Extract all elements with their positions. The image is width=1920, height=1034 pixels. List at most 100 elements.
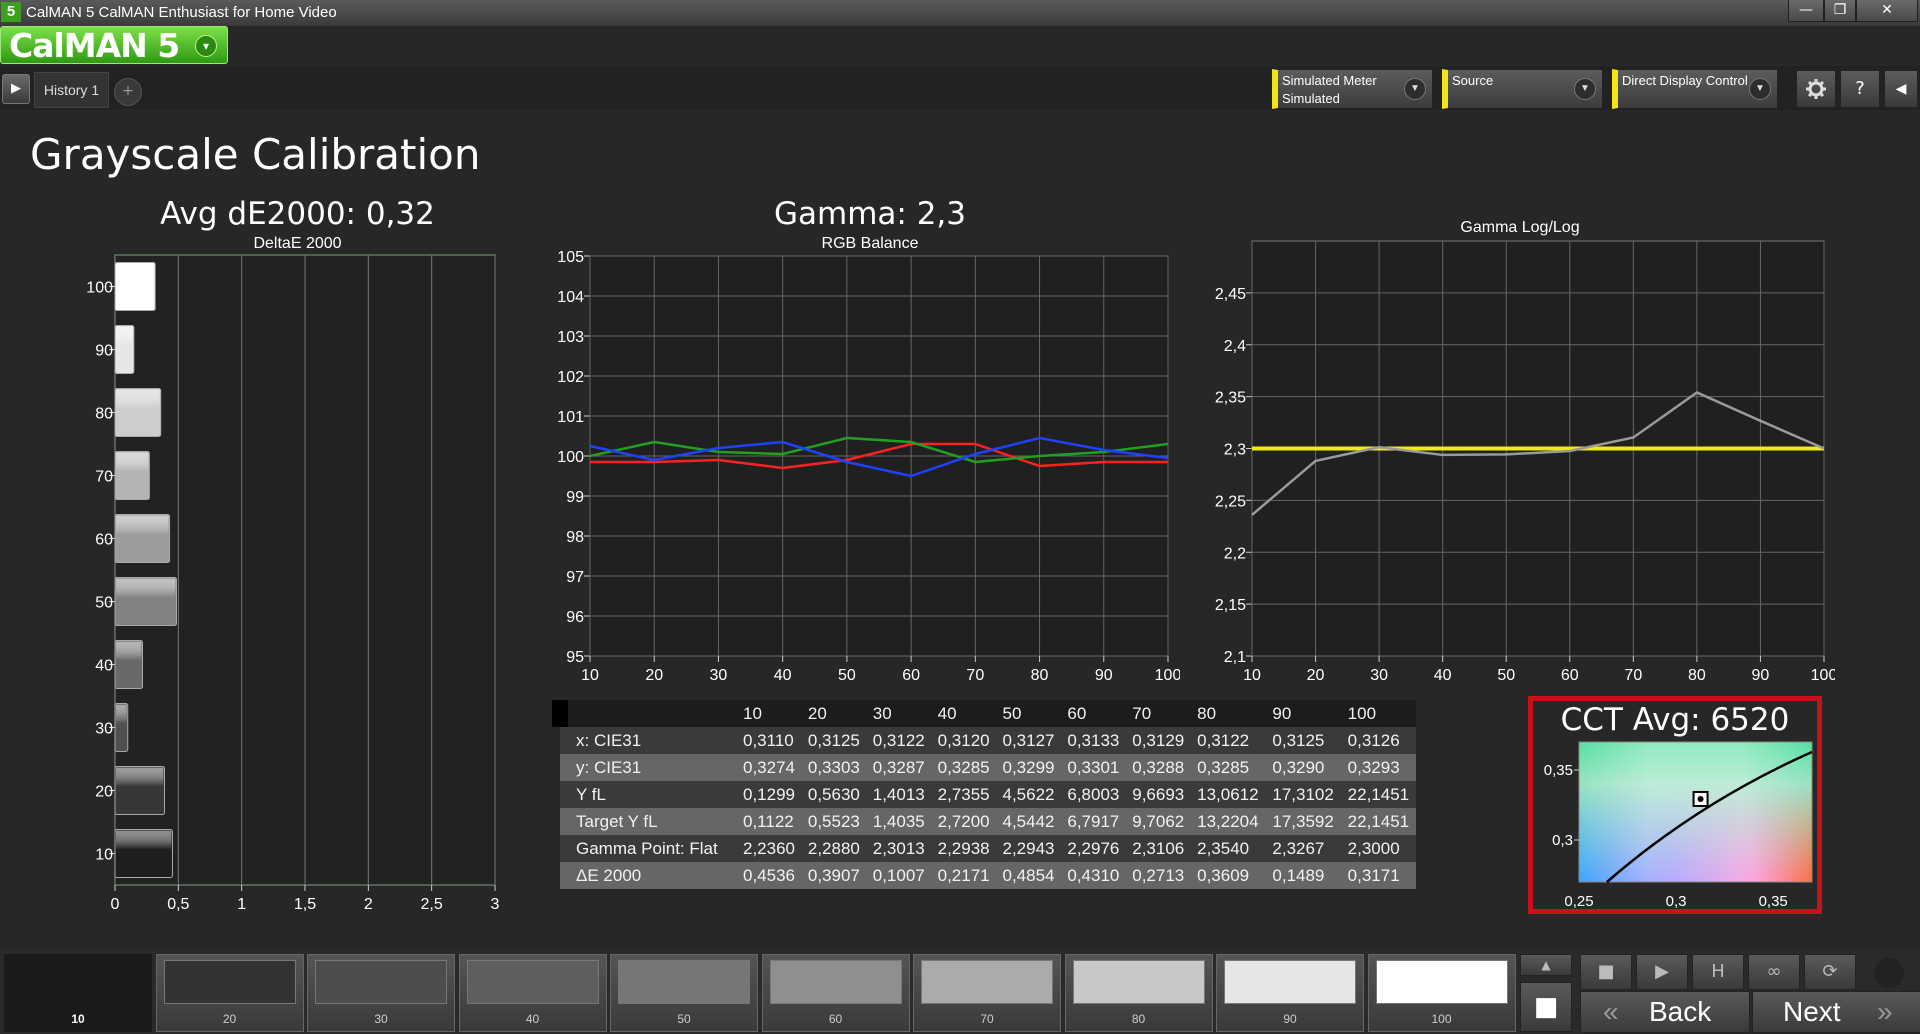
chevron-down-icon: ▼ (1574, 78, 1596, 100)
column-header: 70 (1125, 700, 1191, 727)
table-cell: 0,3288 (1125, 754, 1191, 781)
swatch-label: 40 (525, 1012, 540, 1026)
y-tick-label: 2,4 (1224, 338, 1246, 355)
y-tick-label: 2,2 (1224, 545, 1246, 562)
table-cell: 6,7917 (1060, 808, 1126, 835)
add-tab-button[interactable]: + (114, 78, 142, 106)
table-cell: 13,0612 (1190, 781, 1266, 808)
column-header: 50 (995, 700, 1061, 727)
stop-big-button[interactable]: ■ (1520, 982, 1572, 1032)
gray-swatch-button[interactable]: 70 (913, 954, 1061, 1032)
gamma-loglog-chart: 2,1 2,15 2,2 2,25 2,3 2,35 2,4 2,45 10 20 30 40 50 60… (1215, 240, 1835, 684)
y-tick-label: 105 (557, 249, 584, 266)
x-tick-label: 30 (710, 667, 728, 684)
y-tick-label: 2,35 (1215, 390, 1246, 407)
y-tick-label: 104 (557, 289, 584, 306)
swatch-label: 20 (222, 1012, 237, 1026)
display-control-dropdown[interactable]: Direct Display Control ▼ (1612, 69, 1778, 109)
refresh-button[interactable]: ⟳ (1804, 954, 1856, 990)
column-header: 90 (1265, 700, 1341, 727)
status-indicator (1874, 958, 1904, 988)
y-tick-label: 2,15 (1215, 597, 1246, 614)
up-arrow-button[interactable]: ▲ (1520, 954, 1572, 976)
table-cell: 22,1451 (1340, 808, 1416, 835)
x-tick-label: 50 (1497, 667, 1515, 684)
page-title: Grayscale Calibration (30, 130, 481, 179)
gray-swatch-button[interactable]: 80 (1064, 954, 1213, 1032)
settings-button[interactable] (1796, 70, 1836, 108)
gray-swatch-button[interactable]: 90 (1216, 954, 1364, 1032)
table-cell: 0,1489 (1265, 862, 1341, 889)
x-tick-label: 80 (1031, 667, 1049, 684)
logo-text: CalMAN 5 (9, 26, 180, 65)
swatch-color (1375, 960, 1508, 1004)
table-cell: 2,7355 (930, 781, 996, 808)
table-cell: 13,2204 (1190, 808, 1266, 835)
window-title: CalMAN 5 CalMAN Enthusiast for Home Vide… (26, 4, 337, 21)
table-cell: 0,1299 (736, 781, 801, 808)
table-cell: 17,3592 (1265, 808, 1341, 835)
row-label: ΔE 2000 (560, 862, 736, 889)
back-label: Back (1649, 996, 1712, 1027)
play-icon[interactable]: ▶ (2, 74, 30, 104)
help-button[interactable]: ? (1840, 70, 1880, 108)
swatch-color (1072, 960, 1205, 1004)
table-cell: 1,4035 (865, 808, 931, 835)
gray-swatch-button[interactable]: 10 (4, 954, 152, 1032)
back-button[interactable]: « Back (1580, 991, 1750, 1033)
y-tick-label: 2,25 (1215, 493, 1246, 510)
table-cell: 9,7062 (1125, 808, 1191, 835)
loop-button[interactable]: ∞ (1748, 954, 1800, 990)
x-tick-label: 70 (1624, 667, 1642, 684)
x-tick-label: 30 (1370, 667, 1388, 684)
swatch-label: 50 (677, 1012, 691, 1026)
table-cell: 0,5630 (800, 781, 866, 808)
y-tick-label: 0,35 (1544, 762, 1573, 779)
tab-history-1[interactable]: History 1 (34, 72, 109, 108)
table-cell: 0,3125 (800, 727, 866, 754)
table-cell: 0,3127 (995, 727, 1061, 754)
meter-label: Simulated Meter (1282, 73, 1377, 88)
minimize-button[interactable]: — (1788, 0, 1824, 22)
gray-swatch-button[interactable]: 40 (458, 954, 607, 1032)
table-cell: 2,2976 (1060, 835, 1126, 862)
y-tick-label: 102 (557, 369, 584, 386)
y-tick-label: 2,45 (1215, 286, 1246, 303)
source-dropdown[interactable]: Source ▼ (1442, 69, 1603, 109)
table-cell: 0,1122 (736, 808, 801, 835)
back-arrows-icon: « (1603, 996, 1619, 1027)
calman-logo-menu[interactable]: CalMAN 5 ▾ (0, 26, 228, 65)
close-button[interactable]: ✕ (1856, 0, 1918, 22)
source-label: Source (1452, 73, 1494, 88)
gray-swatch-button[interactable]: 20 (155, 954, 304, 1032)
table-cell: 0,3133 (1060, 727, 1126, 754)
table-cell: 0,3274 (736, 754, 801, 781)
collapse-panel-button[interactable]: ◀ (1884, 70, 1918, 108)
gray-swatch-button[interactable]: 60 (761, 954, 910, 1032)
swatch-label: 10 (71, 1012, 85, 1026)
swatch-color (466, 960, 599, 1004)
x-tick-label: 3 (491, 896, 500, 913)
y-tick-label: 70 (95, 469, 113, 486)
x-tick-label: 90 (1752, 667, 1770, 684)
row-label: y: CIE31 (560, 754, 736, 781)
table-cell: 0,3287 (865, 754, 931, 781)
y-tick-label: 95 (566, 649, 584, 666)
meter-dropdown[interactable]: Simulated Meter Simulated ▼ (1272, 69, 1433, 109)
gray-swatch-button[interactable]: 30 (307, 954, 455, 1032)
table-cell: 4,5622 (995, 781, 1061, 808)
gray-swatch-button[interactable]: 100 (1367, 954, 1516, 1032)
next-button[interactable]: Next » (1752, 991, 1920, 1033)
table-cell: 0,3126 (1340, 727, 1416, 754)
stop-button[interactable]: ■ (1580, 954, 1632, 990)
table-cell: 2,2943 (995, 835, 1061, 862)
gray-swatch-button[interactable]: 50 (610, 954, 758, 1032)
swatch-color (921, 960, 1053, 1004)
swatch-label: 80 (1131, 1012, 1146, 1026)
x-tick-label: 0,25 (1564, 893, 1593, 910)
table-row: x: CIE31 0,3110 0,3125 0,3122 0,3120 0,3127 0,… (560, 727, 1416, 754)
hold-button[interactable]: H (1692, 954, 1744, 990)
restore-button[interactable]: ❐ (1824, 0, 1856, 22)
x-tick-label: 90 (1095, 667, 1113, 684)
play-button[interactable]: ▶ (1636, 954, 1688, 990)
